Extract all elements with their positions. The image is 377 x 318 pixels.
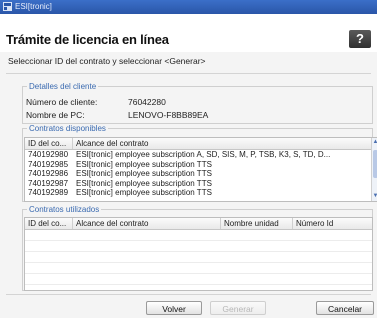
empty-table-body [25, 230, 372, 290]
client-details-legend: Detalles del cliente [29, 82, 97, 91]
help-button[interactable]: ? [349, 30, 371, 48]
contract-scope: ESI[tronic] employee subscription TTS [76, 188, 212, 197]
column-header-scope[interactable]: Alcance del contrato [73, 138, 372, 149]
table-row[interactable]: 740192989 ESI[tronic] employee subscript… [25, 188, 377, 198]
contract-scope: ESI[tronic] employee subscription TTS [76, 159, 212, 169]
table-row[interactable]: 740192986 ESI[tronic] employee subscript… [25, 169, 377, 179]
table-header: ID del co... Alcance del contrato Nombre… [25, 218, 372, 230]
generate-button[interactable]: Generar [210, 301, 266, 315]
vertical-scrollbar[interactable]: ▲ ▼ [371, 138, 377, 201]
app-icon [3, 2, 12, 11]
dialog-header: Trámite de licencia en línea ? [0, 14, 377, 52]
instruction-text: Seleccionar ID del contrato y selecciona… [8, 56, 206, 66]
used-contracts-legend: Contratos utilizados [29, 205, 100, 214]
column-header-unit-name[interactable]: Nombre unidad [221, 218, 293, 229]
contract-id: 740192986 [28, 169, 69, 178]
scroll-thumb[interactable] [373, 150, 377, 178]
client-number-label: Número de cliente: [26, 97, 98, 107]
back-button[interactable]: Volver [146, 301, 202, 315]
scroll-down-icon[interactable]: ▼ [372, 193, 377, 200]
table-header: ID del co... Alcance del contrato [25, 138, 377, 150]
contract-scope: ESI[tronic] employee subscription TTS [76, 169, 212, 178]
cancel-button[interactable]: Cancelar [316, 301, 374, 315]
table-row[interactable]: 740192980 ESI[tronic] employee subscript… [25, 150, 377, 160]
column-header-scope[interactable]: Alcance del contrato [73, 218, 221, 229]
title-bar: ESI[tronic] [0, 0, 377, 14]
column-header-id[interactable]: ID del co... [25, 218, 73, 229]
help-icon: ? [356, 31, 364, 46]
contract-id: 740192987 [28, 178, 69, 188]
table-row[interactable]: 740192987 ESI[tronic] employee subscript… [25, 179, 377, 189]
contract-id: 740192985 [28, 159, 69, 169]
license-dialog: ESI[tronic] Trámite de licencia en línea… [0, 0, 377, 318]
window-title: ESI[tronic] [15, 2, 52, 11]
column-header-number-id[interactable]: Número Id [293, 218, 372, 229]
contract-id: 740192980 [28, 150, 69, 159]
column-header-id[interactable]: ID del co... [25, 138, 73, 149]
contract-scope: ESI[tronic] employee subscription TTS [76, 178, 212, 188]
divider [6, 294, 371, 295]
contract-id: 740192989 [28, 188, 69, 197]
available-contracts-table[interactable]: ID del co... Alcance del contrato 740192… [24, 137, 377, 202]
divider [6, 73, 371, 74]
pc-name-value: LENOVO-F8BB89EA [128, 110, 209, 120]
dialog-title: Trámite de licencia en línea [6, 32, 169, 47]
used-contracts-table[interactable]: ID del co... Alcance del contrato Nombre… [24, 217, 373, 291]
pc-name-label: Nombre de PC: [26, 110, 85, 120]
available-contracts-legend: Contratos disponibles [29, 124, 106, 133]
contract-scope: ESI[tronic] employee subscription A, SD,… [76, 150, 331, 159]
client-number-value: 76042280 [128, 97, 166, 107]
scroll-up-icon[interactable]: ▲ [372, 139, 377, 146]
table-row[interactable]: 740192985 ESI[tronic] employee subscript… [25, 160, 377, 170]
